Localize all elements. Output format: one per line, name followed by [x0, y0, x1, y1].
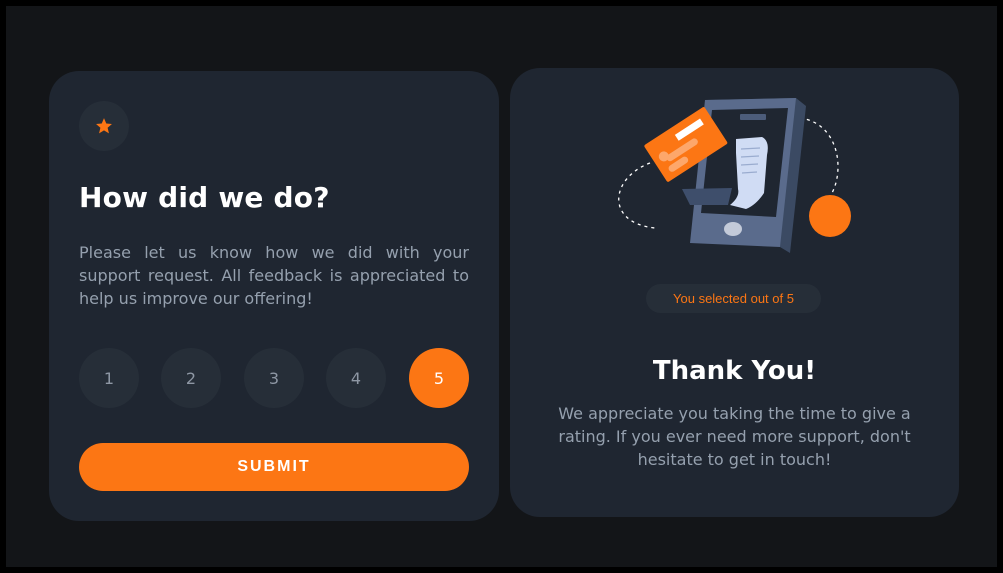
rating-button-2[interactable]: 2 [161, 348, 221, 408]
page-background: How did we do? Please let us know how we… [6, 6, 997, 567]
payment-phone-illustration [618, 98, 851, 253]
submit-button[interactable]: SUBMIT [79, 443, 469, 491]
rating-description: Please let us know how we did with your … [79, 243, 469, 308]
star-badge [79, 101, 129, 151]
rating-button-3[interactable]: 3 [244, 348, 304, 408]
rating-button-4[interactable]: 4 [326, 348, 386, 408]
star-icon [96, 118, 112, 134]
rating-button-5[interactable]: 5 [409, 348, 469, 408]
thank-you-card: You selected out of 5 Thank You! We appr… [510, 68, 959, 517]
rating-card: How did we do? Please let us know how we… [49, 71, 499, 521]
rating-title: How did we do? [79, 181, 330, 214]
thank-you-title: Thank You! [652, 356, 817, 386]
selected-rating-pill: You selected out of 5 [646, 284, 821, 313]
thank-you-description: We appreciate you taking the time to giv… [558, 404, 911, 469]
rating-options: 1 2 3 4 5 [79, 348, 469, 408]
rating-button-1[interactable]: 1 [79, 348, 139, 408]
